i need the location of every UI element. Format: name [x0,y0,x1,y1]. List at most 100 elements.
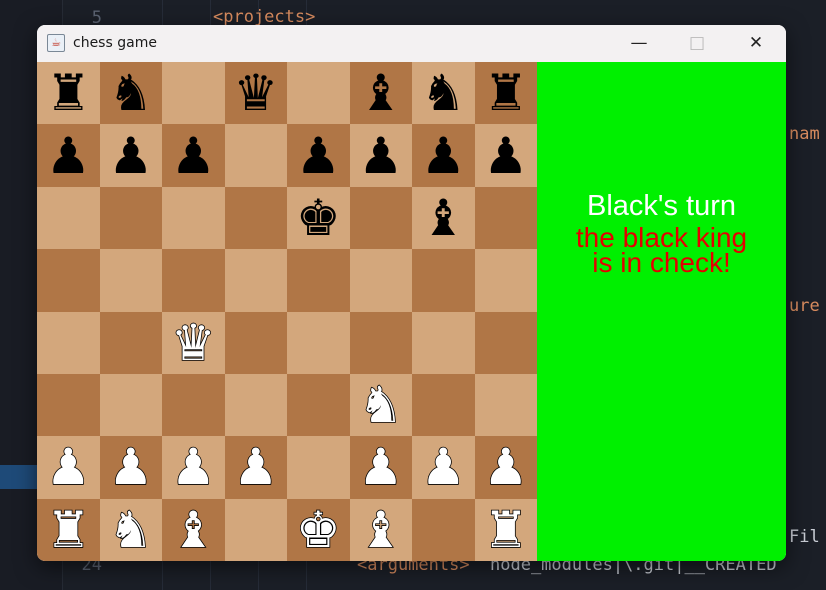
square-e1[interactable]: ♚ [287,498,350,561]
square-c3[interactable] [162,373,225,437]
square-a5[interactable] [37,249,100,312]
square-b5[interactable] [99,249,162,312]
square-b1[interactable]: ♞ [99,498,162,561]
square-d4[interactable] [224,311,287,374]
square-d7[interactable] [224,124,287,187]
square-g7[interactable]: ♟ [412,124,475,187]
square-h7[interactable]: ♟ [474,124,537,187]
black-knight-icon[interactable]: ♞ [421,68,466,118]
chess-board[interactable]: ♜ ♞ ♛ ♝ ♞ ♜ ♟ ♟ ♟ ♟ ♟ ♟ ♟ ♚ ♝ ♛ ♞ ♟ ♟ ♟ ♟ ♟ ♟ ♟ ♜ ♞ ♝ ♚ ♝ ♜ [37,62,537,561]
black-rook-icon[interactable]: ♜ [483,68,528,118]
square-h3[interactable] [474,373,537,437]
square-f8[interactable]: ♝ [349,62,412,125]
square-g1[interactable] [412,498,475,561]
square-h8[interactable]: ♜ [474,62,537,125]
black-knight-icon[interactable]: ♞ [108,68,153,118]
square-a6[interactable] [37,186,100,250]
square-f2[interactable]: ♟ [349,436,412,499]
square-f1[interactable]: ♝ [349,498,412,561]
white-queen-icon[interactable]: ♛ [170,317,216,369]
square-h4[interactable] [474,311,537,374]
maximize-button[interactable]: □ [668,25,726,62]
white-rook-icon[interactable]: ♜ [45,504,91,556]
black-king-icon[interactable]: ♚ [296,193,341,243]
square-b8[interactable]: ♞ [99,62,162,125]
square-f5[interactable] [349,249,412,312]
square-a1[interactable]: ♜ [37,498,100,561]
black-pawn-icon[interactable]: ♟ [46,131,91,181]
square-a2[interactable]: ♟ [37,436,100,499]
square-c7[interactable]: ♟ [162,124,225,187]
square-c5[interactable] [162,249,225,312]
square-a8[interactable]: ♜ [37,62,100,125]
white-pawn-icon[interactable]: ♟ [233,442,279,494]
white-pawn-icon[interactable]: ♟ [108,442,154,494]
square-d8[interactable]: ♛ [224,62,287,125]
square-g8[interactable]: ♞ [412,62,475,125]
square-e6[interactable]: ♚ [287,186,350,250]
square-f3[interactable]: ♞ [349,373,412,437]
square-d6[interactable] [224,186,287,250]
square-h2[interactable]: ♟ [474,436,537,499]
white-bishop-icon[interactable]: ♝ [358,504,404,556]
square-a3[interactable] [37,373,100,437]
square-h6[interactable] [474,186,537,250]
square-f6[interactable] [349,186,412,250]
white-pawn-icon[interactable]: ♟ [483,442,529,494]
black-rook-icon[interactable]: ♜ [46,68,91,118]
square-b4[interactable] [99,311,162,374]
square-e5[interactable] [287,249,350,312]
square-e8[interactable] [287,62,350,125]
square-a7[interactable]: ♟ [37,124,100,187]
black-pawn-icon[interactable]: ♟ [483,131,528,181]
square-b2[interactable]: ♟ [99,436,162,499]
square-e4[interactable] [287,311,350,374]
square-c8[interactable] [162,62,225,125]
black-bishop-icon[interactable]: ♝ [421,193,466,243]
black-pawn-icon[interactable]: ♟ [296,131,341,181]
white-king-icon[interactable]: ♚ [295,504,341,556]
black-pawn-icon[interactable]: ♟ [421,131,466,181]
close-button[interactable]: ✕ [727,25,785,62]
square-e7[interactable]: ♟ [287,124,350,187]
square-c4[interactable]: ♛ [162,311,225,374]
black-queen-icon[interactable]: ♛ [233,68,278,118]
square-c2[interactable]: ♟ [162,436,225,499]
square-c6[interactable] [162,186,225,250]
square-f4[interactable] [349,311,412,374]
white-pawn-icon[interactable]: ♟ [358,442,404,494]
white-knight-icon[interactable]: ♞ [108,504,154,556]
square-a4[interactable] [37,311,100,374]
minimize-button[interactable]: — [610,25,668,62]
window-titlebar[interactable]: ☕ chess game — □ ✕ [37,25,786,62]
check-message-line-2: is in check! [592,247,731,278]
square-d2[interactable]: ♟ [224,436,287,499]
square-f7[interactable]: ♟ [349,124,412,187]
white-pawn-icon[interactable]: ♟ [420,442,466,494]
square-e3[interactable] [287,373,350,437]
white-knight-icon[interactable]: ♞ [358,379,404,431]
white-pawn-icon[interactable]: ♟ [170,442,216,494]
square-e2[interactable] [287,436,350,499]
square-g3[interactable] [412,373,475,437]
black-bishop-icon[interactable]: ♝ [358,68,403,118]
square-b6[interactable] [99,186,162,250]
square-b7[interactable]: ♟ [99,124,162,187]
white-bishop-icon[interactable]: ♝ [170,504,216,556]
square-g4[interactable] [412,311,475,374]
square-d3[interactable] [224,373,287,437]
black-pawn-icon[interactable]: ♟ [171,131,216,181]
square-g5[interactable] [412,249,475,312]
square-g2[interactable]: ♟ [412,436,475,499]
white-pawn-icon[interactable]: ♟ [45,442,91,494]
square-d5[interactable] [224,249,287,312]
square-d1[interactable] [224,498,287,561]
black-pawn-icon[interactable]: ♟ [108,131,153,181]
black-pawn-icon[interactable]: ♟ [358,131,403,181]
square-g6[interactable]: ♝ [412,186,475,250]
square-b3[interactable] [99,373,162,437]
square-c1[interactable]: ♝ [162,498,225,561]
square-h5[interactable] [474,249,537,312]
white-rook-icon[interactable]: ♜ [483,504,529,556]
square-h1[interactable]: ♜ [474,498,537,561]
